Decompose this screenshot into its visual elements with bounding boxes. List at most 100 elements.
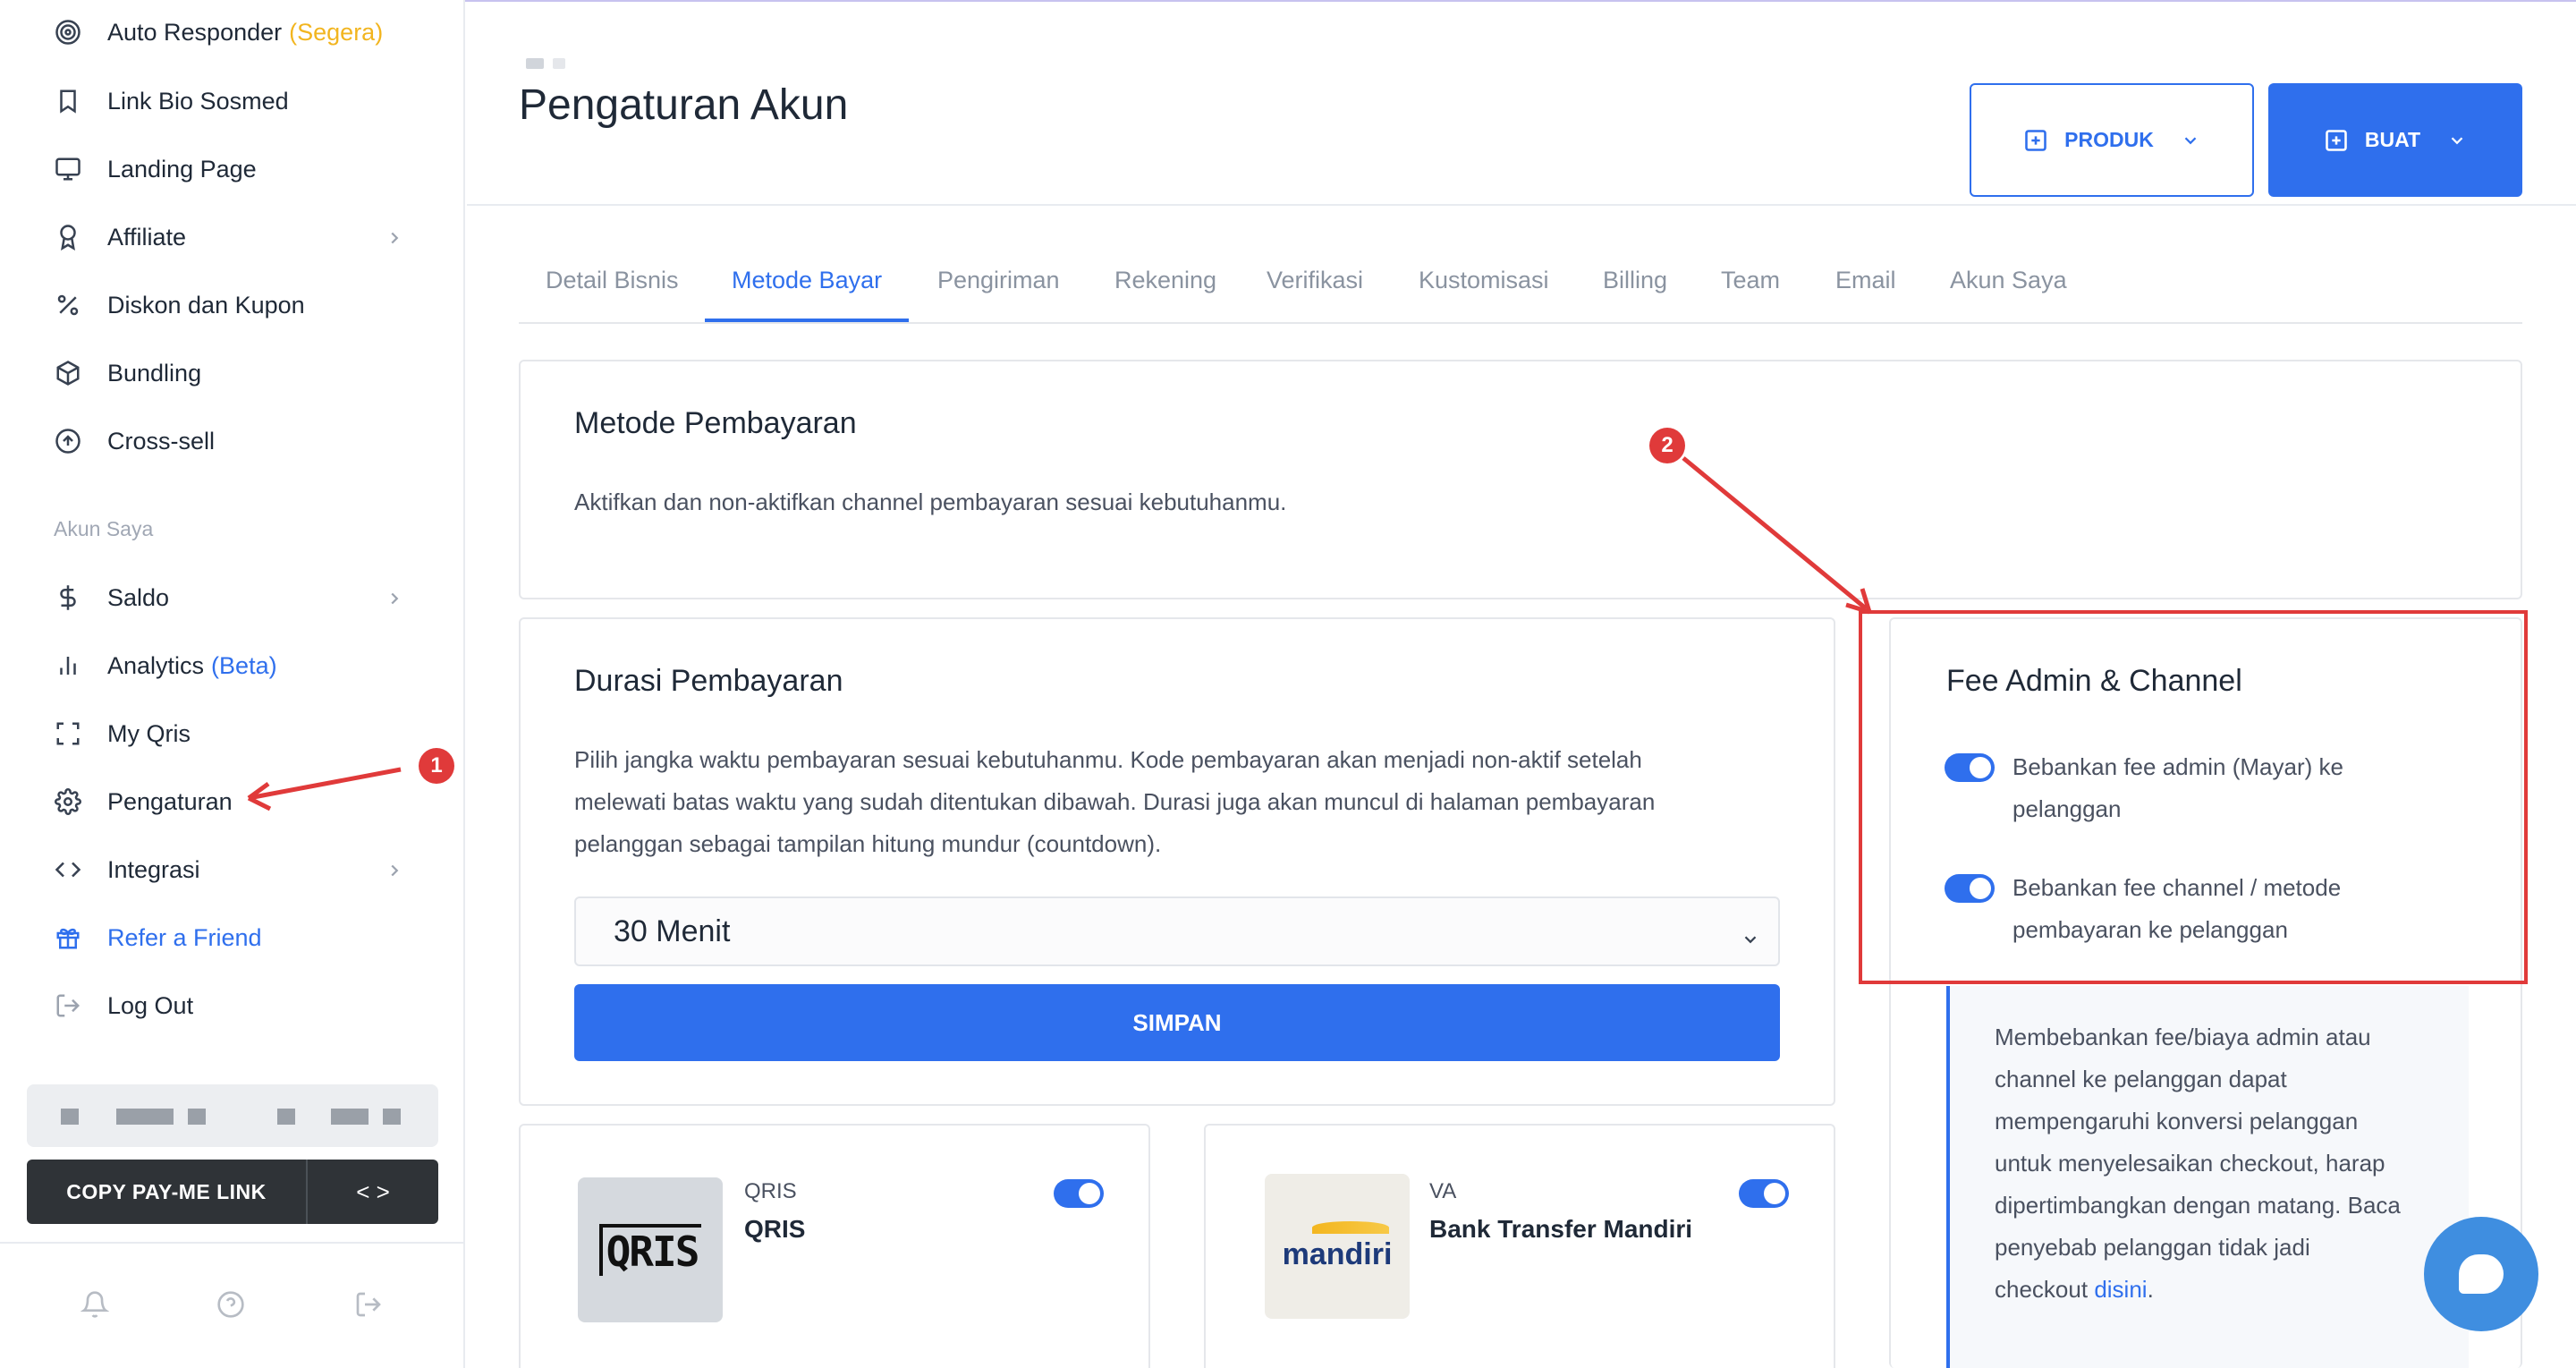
sidebar-item-logout[interactable]: Log Out	[54, 988, 193, 1024]
sidebar-item-link-bio[interactable]: Link Bio Sosmed	[54, 83, 289, 119]
gift-icon	[54, 923, 82, 952]
tab-email[interactable]: Email	[1835, 267, 1896, 294]
tab-rekening[interactable]: Rekening	[1114, 267, 1216, 294]
sidebar-item-label: Landing Page	[107, 155, 257, 183]
info-line: untuk menyelesaikan checkout, harap	[1995, 1150, 2385, 1177]
mandiri-logo-text: mandiri	[1282, 1236, 1393, 1271]
sidebar-item-refer[interactable]: Refer a Friend	[54, 920, 262, 956]
info-line: mempengaruhi konversi pelanggan	[1995, 1108, 2359, 1134]
redacted-block	[331, 1109, 369, 1125]
sidebar-item-label: Refer a Friend	[107, 923, 262, 951]
buat-dropdown-button[interactable]: BUAT	[2268, 83, 2522, 197]
durasi-select[interactable]: 30 Menit	[574, 896, 1780, 966]
info-line: channel ke pelanggan dapat	[1995, 1066, 2287, 1092]
monitor-icon	[54, 155, 82, 183]
qris-toggle[interactable]	[1054, 1179, 1104, 1208]
info-line: dipertimbangkan dengan matang. Baca	[1995, 1192, 2401, 1219]
arrow-up-circle-icon	[54, 427, 82, 455]
sidebar-item-my-qris[interactable]: My Qris	[54, 716, 191, 752]
sidebar-item-label: Affiliate	[107, 223, 187, 251]
sidebar-item-label: My Qris	[107, 719, 191, 747]
coming-soon-badge: (Segera)	[289, 18, 384, 46]
logout-icon[interactable]	[354, 1290, 386, 1322]
metode-pembayaran-card: Metode Pembayaran Aktifkan dan non-aktif…	[519, 360, 2522, 599]
redacted-link-box	[27, 1084, 438, 1147]
chat-support-button[interactable]	[2424, 1217, 2538, 1331]
sidebar-item-affiliate[interactable]: Affiliate	[54, 219, 399, 255]
metode-description: Aktifkan dan non-aktifkan channel pembay…	[574, 489, 1287, 515]
award-icon	[54, 223, 82, 251]
sidebar-item-label: Analytics	[107, 651, 205, 679]
mandiri-logo: mandiri	[1265, 1174, 1410, 1319]
simpan-button[interactable]: SIMPAN	[574, 984, 1780, 1061]
sidebar-footer-divider	[0, 1242, 465, 1244]
sidebar-section-label: Akun Saya	[54, 517, 154, 540]
fee-info-text: Membebankan fee/biaya admin atau channel…	[1995, 1016, 2460, 1311]
tab-billing[interactable]: Billing	[1603, 267, 1667, 294]
info-line: checkout disini.	[1995, 1269, 2460, 1311]
settings-tabs: Detail Bisnis Metode Bayar Pengiriman Re…	[519, 252, 2522, 324]
payment-type: VA	[1429, 1179, 1457, 1203]
sidebar-item-label: Auto Responder	[107, 18, 283, 46]
active-tab-underline	[705, 319, 909, 322]
annotation-badge-1: 1	[419, 748, 454, 784]
sidebar-item-label: Pengaturan	[107, 787, 233, 815]
buat-label: BUAT	[2364, 128, 2421, 151]
sidebar-item-saldo[interactable]: Saldo	[54, 580, 399, 616]
payment-name: Bank Transfer Mandiri	[1429, 1215, 1693, 1243]
tab-team[interactable]: Team	[1721, 267, 1780, 294]
scan-icon	[54, 719, 82, 748]
sidebar-item-landing-page[interactable]: Landing Page	[54, 151, 257, 187]
tab-kustomisasi[interactable]: Kustomisasi	[1419, 267, 1549, 294]
mandiri-toggle[interactable]	[1739, 1179, 1789, 1208]
redacted-block	[188, 1109, 206, 1125]
help-icon[interactable]	[216, 1290, 249, 1322]
embed-code-button[interactable]: < >	[308, 1160, 438, 1224]
durasi-description-line: melewati batas waktu yang sudah ditentuk…	[574, 788, 1656, 815]
tab-pengiriman[interactable]: Pengiriman	[937, 267, 1060, 294]
bell-icon[interactable]	[80, 1290, 113, 1322]
qris-logo: QRIS	[578, 1177, 723, 1322]
plus-square-icon	[2023, 128, 2048, 153]
redacted-block	[116, 1109, 174, 1125]
payment-card-qris: QRIS QRIS QRIS	[519, 1124, 1150, 1368]
copy-link-bar: COPY PAY-ME LINK < >	[27, 1160, 438, 1224]
sidebar-item-auto-responder[interactable]: Auto Responder (Segera)	[54, 14, 383, 50]
sidebar-item-pengaturan[interactable]: Pengaturan	[54, 784, 233, 820]
durasi-selected-value: 30 Menit	[614, 913, 731, 948]
chevron-down-icon	[1741, 922, 1762, 944]
code-icon	[54, 855, 82, 884]
chevron-right-icon	[385, 226, 406, 248]
percent-icon	[54, 291, 82, 319]
payment-name: QRIS	[744, 1215, 806, 1243]
chevron-right-icon	[385, 859, 406, 880]
chevron-down-icon	[2447, 131, 2467, 150]
fee-info-callout: Membebankan fee/biaya admin atau channel…	[1946, 986, 2469, 1368]
tab-metode-bayar[interactable]: Metode Bayar	[732, 267, 882, 294]
tab-verifikasi[interactable]: Verifikasi	[1267, 267, 1363, 294]
annotation-badge-2: 2	[1649, 428, 1685, 463]
disini-link[interactable]: disini	[2094, 1276, 2147, 1303]
sidebar-item-label: Cross-sell	[107, 427, 216, 455]
produk-dropdown-button[interactable]: PRODUK	[1970, 83, 2254, 197]
sidebar-item-bundling[interactable]: Bundling	[54, 355, 201, 391]
sidebar-item-integrasi[interactable]: Integrasi	[54, 852, 399, 888]
redacted-block	[277, 1109, 295, 1125]
sidebar-item-cross-sell[interactable]: Cross-sell	[54, 423, 215, 459]
sidebar: Auto Responder (Segera) Link Bio Sosmed …	[0, 0, 465, 1368]
box-icon	[54, 359, 82, 387]
sidebar-item-diskon[interactable]: Diskon dan Kupon	[54, 287, 305, 323]
tab-akun-saya[interactable]: Akun Saya	[1950, 267, 2067, 294]
copy-pay-me-link-button[interactable]: COPY PAY-ME LINK	[27, 1160, 308, 1224]
info-period: .	[2147, 1276, 2154, 1303]
chevron-right-icon	[385, 587, 406, 608]
chevron-down-icon	[2181, 131, 2200, 150]
durasi-title: Durasi Pembayaran	[574, 664, 843, 698]
target-icon	[54, 18, 82, 47]
sidebar-item-label: Link Bio Sosmed	[107, 87, 289, 115]
info-line: Membebankan fee/biaya admin atau	[1995, 1024, 2371, 1050]
tab-detail-bisnis[interactable]: Detail Bisnis	[546, 267, 679, 294]
info-text-tail: checkout	[1995, 1276, 2089, 1303]
page-title: Pengaturan Akun	[519, 81, 849, 129]
sidebar-item-analytics[interactable]: Analytics (Beta)	[54, 648, 277, 684]
